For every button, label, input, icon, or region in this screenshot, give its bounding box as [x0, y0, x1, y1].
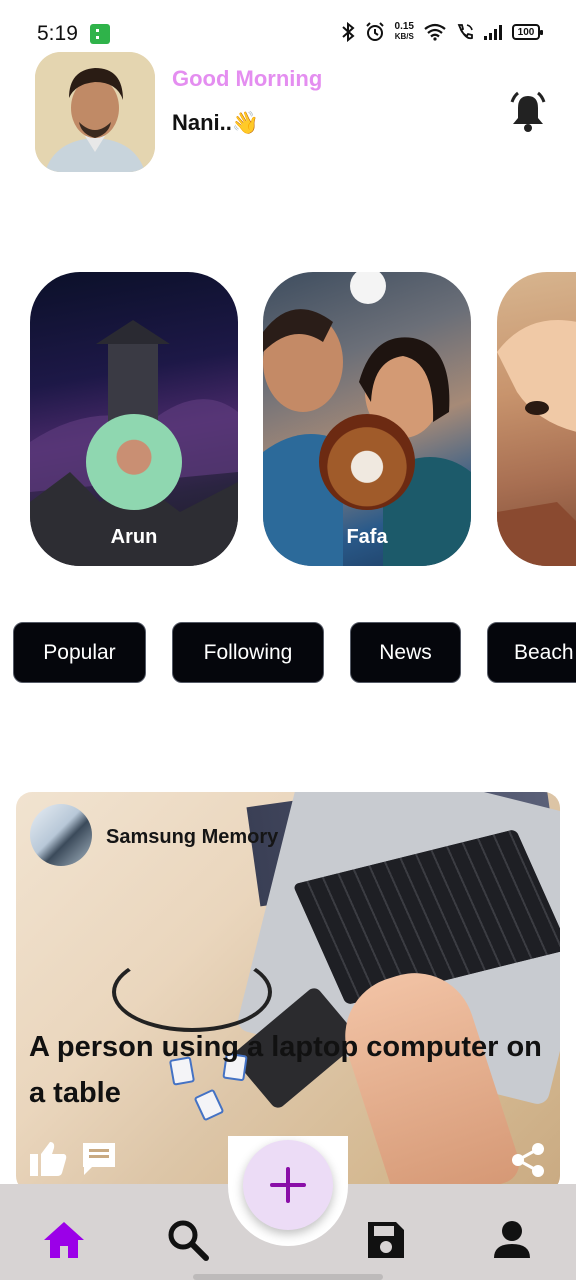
status-time: 5:19 — [37, 22, 78, 45]
battery-level: 100 — [517, 26, 535, 38]
battery-icon: 100 — [512, 24, 543, 40]
story-card-partial[interactable] — [497, 272, 576, 566]
story-avatar — [319, 414, 415, 510]
story-name: Fafa — [346, 526, 388, 548]
like-icon[interactable] — [28, 1138, 68, 1178]
wifi-call-icon — [457, 24, 473, 40]
network-speed: 0.15 KB/S — [395, 22, 414, 42]
comment-icon[interactable] — [80, 1140, 118, 1178]
bluetooth-icon — [341, 22, 355, 42]
app-notification-icon — [90, 24, 110, 44]
add-icon — [270, 1167, 306, 1203]
tab-following[interactable]: Following — [172, 622, 324, 683]
category-tabs: Popular Following News Beach — [0, 622, 576, 684]
profile-icon[interactable] — [490, 1218, 534, 1262]
post-author-name[interactable]: Samsung Memory — [106, 826, 278, 849]
avatar-portrait — [35, 52, 155, 172]
share-icon[interactable] — [510, 1142, 546, 1178]
username-text: Nani..👋 — [172, 110, 260, 135]
status-icons: 0.15 KB/S 100 — [341, 22, 543, 42]
tab-news[interactable]: News — [350, 622, 461, 683]
story-background-portrait — [497, 320, 576, 566]
gesture-home-bar[interactable] — [193, 1274, 383, 1280]
add-post-button[interactable] — [243, 1140, 333, 1230]
user-avatar[interactable] — [35, 52, 155, 172]
speed-value: 0.15 — [394, 21, 414, 32]
story-card-arun[interactable]: Arun — [30, 272, 238, 566]
alarm-icon — [365, 22, 384, 41]
signal-icon — [484, 24, 502, 40]
story-avatar — [86, 414, 182, 510]
notification-bell-icon[interactable] — [506, 90, 550, 134]
wifi-icon — [424, 23, 446, 41]
save-icon[interactable] — [364, 1218, 408, 1262]
story-card-fafa[interactable]: Fafa — [263, 272, 471, 566]
search-icon[interactable] — [166, 1218, 210, 1262]
story-name: Arun — [110, 526, 158, 548]
app-screen: 5:19 0.15 KB/S 100 Good Morning Nani..👋 … — [0, 0, 576, 1280]
speed-unit: KB/S — [394, 32, 414, 41]
post-title: A person using a laptop computer on a ta… — [29, 1031, 542, 1109]
post-author-avatar[interactable] — [30, 804, 92, 866]
home-icon[interactable] — [42, 1218, 86, 1262]
tab-popular[interactable]: Popular — [13, 622, 146, 683]
greeting-text: Good Morning — [172, 66, 323, 91]
tab-beach[interactable]: Beach — [487, 622, 576, 683]
post-image-cable — [112, 952, 272, 1032]
stories-carousel[interactable]: Arun Fafa — [30, 272, 576, 568]
post-card[interactable]: Samsung Memory A person using a laptop c… — [16, 792, 560, 1192]
